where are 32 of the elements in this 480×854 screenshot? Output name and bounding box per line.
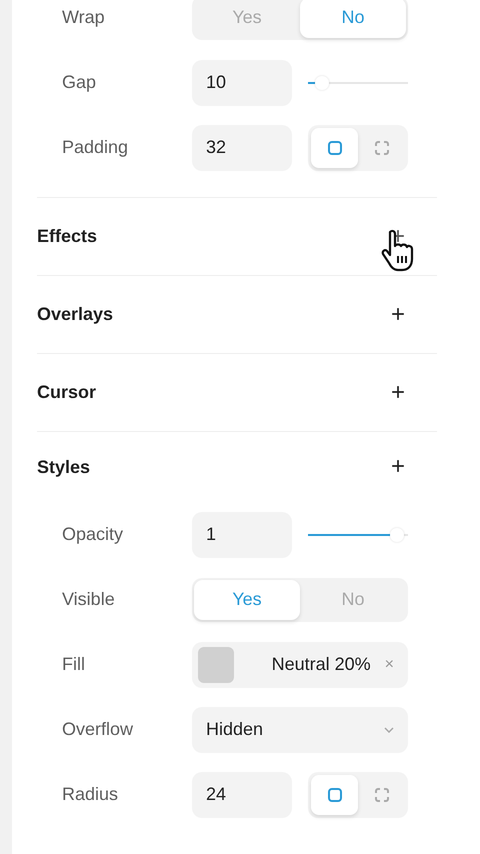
slider-thumb[interactable]	[390, 528, 404, 542]
number-field[interactable]: 10	[192, 60, 292, 106]
corners-icon	[374, 786, 390, 802]
property-label: Visible	[61, 589, 116, 610]
chevron-down-icon	[384, 726, 394, 732]
add-button[interactable]: +	[388, 378, 408, 406]
property-label: Overflow	[61, 719, 134, 740]
mode-button[interactable]	[311, 774, 358, 814]
property-label: Wrap	[61, 7, 106, 28]
corners-icon	[374, 140, 390, 156]
slider-thumb[interactable]	[314, 76, 329, 90]
square-icon	[326, 140, 342, 156]
mode-button[interactable]	[311, 128, 358, 168]
color-value: Neutral 20%	[270, 654, 372, 675]
section-title: Styles	[37, 456, 92, 478]
property-label: Opacity	[61, 524, 124, 545]
property-label: Padding	[61, 137, 130, 158]
add-button[interactable]: +	[388, 300, 408, 328]
property-label: Gap	[61, 72, 98, 93]
color-field[interactable]: Neutral 20% ×	[192, 642, 408, 688]
dropdown[interactable]: Hidden	[192, 706, 408, 752]
color-swatch	[198, 646, 234, 682]
section-title: Effects	[37, 226, 98, 247]
number-field[interactable]: 24	[192, 772, 292, 818]
section-title: Overlays	[37, 304, 114, 325]
property-label: Radius	[61, 784, 120, 805]
property-label: Fill	[61, 654, 86, 675]
add-button[interactable]: +	[388, 453, 408, 481]
number-field[interactable]: 1	[192, 512, 292, 558]
square-icon	[326, 786, 342, 802]
number-field[interactable]: 32	[192, 124, 292, 170]
section-title: Cursor	[37, 382, 98, 403]
